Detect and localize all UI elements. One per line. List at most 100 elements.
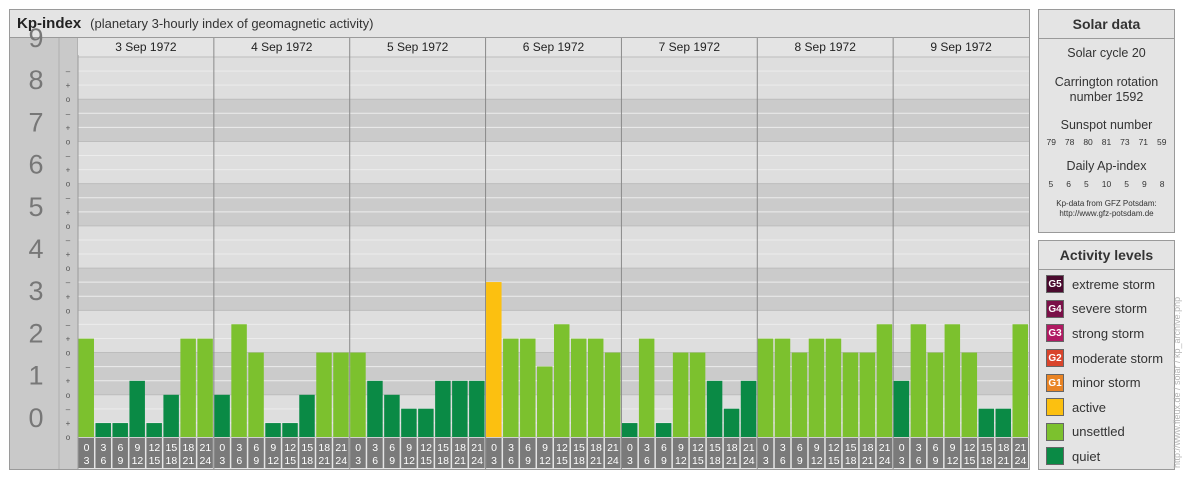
data-credit-link[interactable]: http://www.gfz-potsdam.de xyxy=(1039,209,1174,219)
sunspot-value: 81 xyxy=(1101,137,1112,147)
solar-data-title: Solar data xyxy=(1039,10,1174,39)
kp-bar xyxy=(706,380,723,437)
kp-bar xyxy=(944,324,961,437)
kp-bar xyxy=(197,338,213,437)
level-item-unsettled: unsettled xyxy=(1039,420,1174,445)
solar-data-panel: Solar data Solar cycle 20 Carrington rot… xyxy=(1038,9,1175,233)
kp-bar xyxy=(350,352,366,437)
date-label: 8 Sep 1972 xyxy=(795,40,857,54)
x-tick-label: 24 xyxy=(879,455,891,467)
x-tick-label: 6 xyxy=(508,455,514,467)
y-minor-tick: – xyxy=(66,320,71,329)
sunspot-values: 79 78 80 81 73 71 59 xyxy=(1039,137,1174,147)
x-tick-label: 3 xyxy=(101,442,107,454)
x-tick-label: 3 xyxy=(372,442,378,454)
x-tick-label: 21 xyxy=(318,455,330,467)
y-tick-label: 8 xyxy=(28,65,43,95)
activity-levels-list: G5 extreme storm G4 severe storm G3 stro… xyxy=(1039,270,1174,469)
y-minor-tick: – xyxy=(66,194,71,203)
x-tick-label: 18 xyxy=(166,455,178,467)
kp-bar xyxy=(808,338,825,437)
sunspot-value: 71 xyxy=(1138,137,1149,147)
ap-value: 5 xyxy=(1084,179,1089,189)
x-tick-label: 9 xyxy=(135,442,141,454)
x-tick-label: 12 xyxy=(964,442,976,454)
x-tick-label: 18 xyxy=(301,455,313,467)
kp-bar xyxy=(554,324,570,437)
solar-cycle: Solar cycle 20 xyxy=(1067,46,1146,60)
x-tick-label: 12 xyxy=(149,442,161,454)
kp-bar xyxy=(180,338,196,437)
grid-band xyxy=(78,183,1029,226)
x-tick-label: 21 xyxy=(998,455,1010,467)
y-minor-tick: + xyxy=(66,419,71,428)
level-swatch-g5: G5 xyxy=(1046,275,1064,294)
x-tick-label: 15 xyxy=(149,455,161,467)
y-minor-tick: o xyxy=(66,222,71,231)
x-tick-label: 3 xyxy=(491,455,497,467)
x-tick-label: 12 xyxy=(267,455,279,467)
carrington-rotation-line1: Carrington rotation xyxy=(1054,75,1159,89)
y-tick-label: 6 xyxy=(28,150,43,180)
level-swatch-quiet xyxy=(1046,447,1064,466)
y-minor-tick: o xyxy=(66,180,71,189)
level-item-g3: G3 strong storm xyxy=(1039,321,1174,346)
x-tick-label: 6 xyxy=(236,455,242,467)
activity-levels-title: Activity levels xyxy=(1039,241,1174,270)
x-tick-label: 24 xyxy=(743,455,755,467)
x-tick-label: 12 xyxy=(811,455,823,467)
x-tick-label: 9 xyxy=(389,455,395,467)
date-label: 5 Sep 1972 xyxy=(387,40,449,54)
y-minor-tick: + xyxy=(66,123,71,132)
kp-bar xyxy=(1012,324,1028,437)
x-tick-label: 9 xyxy=(525,455,531,467)
level-label: minor storm xyxy=(1072,375,1141,391)
kp-bar xyxy=(537,366,553,437)
kp-bar xyxy=(282,423,298,437)
level-swatch-g2: G2 xyxy=(1046,349,1064,368)
kp-bar xyxy=(791,352,808,437)
y-minor-tick: – xyxy=(66,152,71,161)
date-label: 9 Sep 1972 xyxy=(930,40,992,54)
x-tick-label: 15 xyxy=(692,455,704,467)
x-tick-label: 18 xyxy=(709,455,721,467)
kp-bar xyxy=(299,394,315,437)
level-swatch-g4: G4 xyxy=(1046,299,1064,318)
sunspot-number-label: Sunspot number xyxy=(1060,118,1153,132)
x-tick-label: 0 xyxy=(219,442,225,454)
x-tick-label: 24 xyxy=(200,455,212,467)
x-tick-label: 21 xyxy=(726,455,738,467)
y-minor-tick: – xyxy=(66,363,71,372)
ap-value: 8 xyxy=(1159,179,1165,189)
x-tick-label: 6 xyxy=(780,455,786,467)
x-tick-label: 15 xyxy=(709,442,721,454)
y-minor-tick: + xyxy=(66,250,71,259)
kp-bar xyxy=(367,380,383,437)
y-minor-tick: – xyxy=(66,236,71,245)
x-tick-label: 21 xyxy=(471,442,483,454)
kp-bar xyxy=(672,352,689,437)
activity-levels-panel: Activity levels G5 extreme storm G4 seve… xyxy=(1038,240,1175,470)
level-label: unsettled xyxy=(1072,424,1125,440)
x-tick-label: 21 xyxy=(862,455,874,467)
x-tick-label: 12 xyxy=(692,442,704,454)
x-tick-label: 0 xyxy=(355,442,361,454)
x-tick-label: 12 xyxy=(539,455,551,467)
kp-bar xyxy=(842,352,859,437)
grid-band xyxy=(78,57,1029,100)
y-minor-tick: + xyxy=(66,377,71,386)
x-tick-label: 0 xyxy=(899,442,905,454)
y-minor-tick: o xyxy=(66,306,71,315)
x-tick-label: 6 xyxy=(644,455,650,467)
y-minor-tick: + xyxy=(66,81,71,90)
data-credit-line1: Kp-data from GFZ Potsdam: xyxy=(1056,199,1157,208)
sunspot-value: 79 xyxy=(1046,137,1056,147)
x-tick-label: 0 xyxy=(491,442,497,454)
grid-band xyxy=(78,141,1029,184)
ap-value: 5 xyxy=(1048,179,1054,189)
ap-value: 10 xyxy=(1101,179,1112,189)
level-label: severe storm xyxy=(1072,301,1148,317)
kp-bar xyxy=(95,423,111,437)
kp-bar xyxy=(231,324,247,437)
kp-bar xyxy=(435,380,451,437)
